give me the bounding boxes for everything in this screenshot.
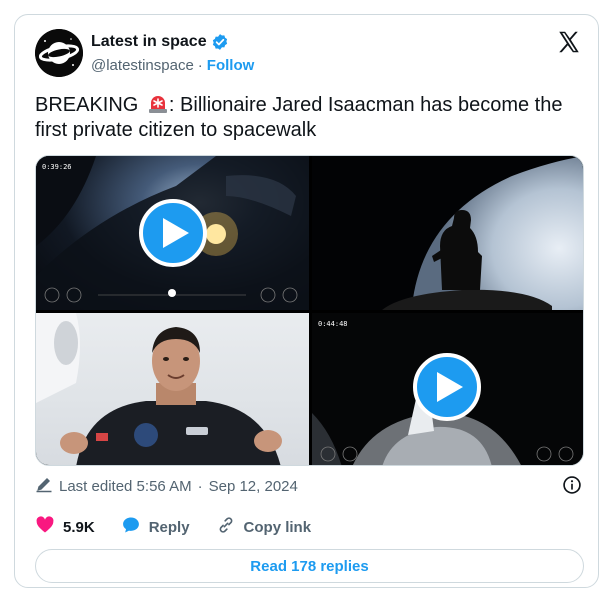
last-edited-label[interactable]: Last edited 5:56 AM [59, 478, 192, 495]
planet-logo-icon [35, 29, 83, 77]
video-timestamp: 0:44:48 [318, 320, 348, 328]
edit-info: Last edited 5:56 AM · Sep 12, 2024 [35, 475, 298, 497]
pencil-icon [35, 475, 53, 497]
account-name[interactable]: Latest in space [91, 33, 207, 51]
account-name-row: Latest in space [91, 33, 229, 51]
play-icon [163, 218, 189, 248]
tweet-actions: 5.9K Reply Copy link [35, 515, 337, 539]
like-button[interactable]: 5.9K [35, 515, 95, 539]
copy-link-label: Copy link [243, 518, 312, 536]
siren-emoji-icon [147, 94, 169, 114]
account-handle[interactable]: @latestinspace [91, 57, 194, 74]
follow-link[interactable]: Follow [207, 57, 255, 74]
person-image [36, 313, 282, 465]
tweet-date[interactable]: Sep 12, 2024 [209, 478, 298, 495]
avatar[interactable] [35, 29, 83, 77]
info-icon[interactable] [562, 475, 582, 495]
like-count: 5.9K [63, 518, 95, 536]
copy-link-button[interactable]: Copy link [216, 515, 312, 539]
read-replies-label: Read 178 replies [250, 557, 369, 575]
read-replies-button[interactable]: Read 178 replies [35, 549, 584, 583]
video-timestamp: 0:39:26 [42, 163, 72, 171]
tweet-text-start: BREAKING [35, 94, 144, 116]
play-icon [437, 372, 463, 402]
earth-horizon-image [382, 156, 583, 310]
video-thumbnail-1[interactable]: 0:39:26 [36, 156, 309, 310]
meta-separator: · [197, 477, 203, 495]
photo-jared-isaacman[interactable] [36, 313, 309, 465]
link-icon [216, 515, 236, 539]
play-button[interactable] [139, 199, 207, 267]
handle-separator: · [197, 57, 203, 74]
reply-button[interactable]: Reply [121, 515, 190, 539]
tweet-card: Latest in space @latestinspace · Follow BR… [14, 14, 599, 588]
speech-bubble-icon [121, 515, 141, 539]
play-button[interactable] [413, 353, 481, 421]
video-thumbnail-2[interactable]: 0:44:48 [312, 313, 583, 465]
media-grid: 0:39:26 0:44:48 [35, 155, 584, 466]
photo-astronaut-hatch[interactable] [312, 156, 583, 310]
heart-icon [35, 515, 55, 539]
tweet-text: BREAKING : Billionaire Jared Isaacman ha… [35, 93, 585, 143]
x-logo-icon[interactable] [556, 29, 582, 55]
reply-label: Reply [148, 518, 190, 536]
verified-badge-icon [211, 33, 229, 51]
handle-row: @latestinspace · Follow [91, 57, 254, 74]
